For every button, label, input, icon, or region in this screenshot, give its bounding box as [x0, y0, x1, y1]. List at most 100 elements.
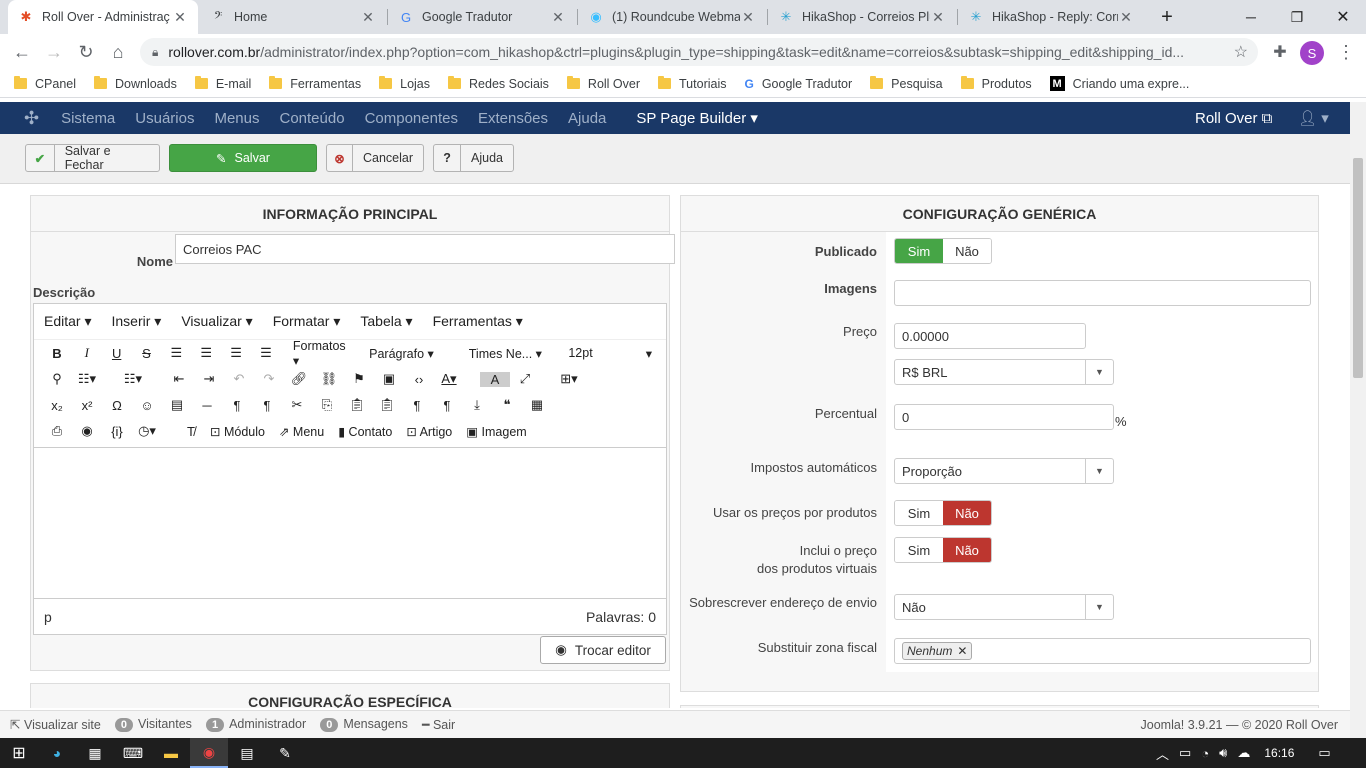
bookmark-ferramentas[interactable]: Ferramentas	[269, 76, 361, 91]
find-icon[interactable]: ⚲	[42, 371, 72, 387]
text-color-icon[interactable]: A▾	[434, 371, 464, 387]
remove-tag-icon[interactable]: ✕	[957, 644, 967, 658]
keyboard-icon[interactable]: ⌨	[114, 738, 152, 768]
paste-text-icon[interactable]: 📋︎	[372, 397, 402, 413]
outdent-icon[interactable]: ⇤	[164, 371, 194, 387]
menu-conteudo[interactable]: Conteúdo	[280, 110, 345, 127]
visual-blocks-icon[interactable]: ¶	[432, 398, 462, 413]
editor-menu-ferramentas[interactable]: Ferramentas ▾	[433, 313, 523, 330]
tab-roundcube[interactable]: ◉ (1) Roundcube Webmai ✕	[578, 0, 766, 34]
help-button[interactable]: ? Ajuda	[433, 144, 514, 172]
hr-icon[interactable]: ─	[192, 398, 222, 413]
tab-google-tradutor[interactable]: G Google Tradutor ✕	[388, 0, 576, 34]
url-bar[interactable]: 🔒︎ rollover.com.br/administrator/index.p…	[140, 38, 1258, 66]
close-tab-icon[interactable]: ✕	[550, 9, 566, 26]
cloud-icon[interactable]: ☁	[1237, 745, 1250, 761]
bookmark-criando[interactable]: M Criando uma expre...	[1049, 76, 1189, 91]
back-icon[interactable]: ←	[6, 36, 38, 68]
cut-icon[interactable]: ✂	[282, 397, 312, 413]
profile-avatar[interactable]: S	[1300, 41, 1324, 65]
layer-icon[interactable]: ▦	[522, 397, 552, 413]
rtl-icon[interactable]: ¶	[252, 398, 282, 413]
zone-multiselect[interactable]: Nenhum ✕	[894, 638, 1311, 664]
virtual-yes[interactable]: Sim	[895, 538, 943, 562]
italic-icon[interactable]: I	[72, 345, 102, 361]
use-prices-yes[interactable]: Sim	[895, 501, 943, 525]
font-dropdown[interactable]: Times Ne... ▾	[469, 346, 555, 361]
file-explorer-icon[interactable]: ▬	[152, 738, 190, 768]
percent-input[interactable]: 0	[894, 404, 1114, 430]
editor-body[interactable]	[34, 447, 666, 598]
wifi-icon[interactable]: ◔	[1201, 746, 1209, 761]
windows-start-icon[interactable]: ⊞	[0, 738, 38, 768]
copy-icon[interactable]: ⎘	[312, 397, 342, 413]
emoticon-icon[interactable]: ☺	[132, 398, 162, 413]
tab-hikashop-reply[interactable]: ✳ HikaShop - Reply: Corre ✕	[958, 0, 1144, 34]
print-icon[interactable]: ⎙	[42, 423, 72, 439]
paste-icon[interactable]: 📋︎	[342, 397, 372, 413]
tab-home[interactable]: 𝄢 Home ✕	[200, 0, 386, 34]
close-tab-icon[interactable]: ✕	[1118, 9, 1134, 26]
bookmark-downloads[interactable]: Downloads	[94, 76, 177, 91]
user-icon[interactable]: 👤︎ ▾	[1298, 109, 1329, 127]
underline-icon[interactable]: U	[102, 346, 132, 361]
align-justify-icon[interactable]: ☰	[251, 345, 281, 361]
menu-icon[interactable]: ⋮	[1330, 36, 1362, 68]
paint-icon[interactable]: ✎	[266, 738, 304, 768]
joomla-logo-icon[interactable]: ✣	[24, 108, 39, 129]
strikethrough-icon[interactable]: S	[132, 346, 162, 361]
variable-icon[interactable]: {i}	[102, 424, 132, 439]
visual-chars-icon[interactable]: ¶	[402, 398, 432, 413]
scrollbar-thumb[interactable]	[1353, 158, 1363, 378]
numbered-list-icon[interactable]: ☷▾	[118, 371, 148, 387]
toggle-editor-button[interactable]: ◉ Trocar editor	[540, 636, 666, 664]
battery-icon[interactable]: ▭	[1179, 745, 1191, 761]
view-site-link[interactable]: ⇱ Visualizar site	[10, 717, 101, 732]
bookmark-cpanel[interactable]: CPanel	[14, 76, 76, 91]
code-icon[interactable]: ‹›	[404, 372, 434, 387]
datetime-icon[interactable]: ◷▾	[132, 423, 162, 439]
save-close-button[interactable]: ✔ Salvar e Fechar	[25, 144, 160, 172]
close-tab-icon[interactable]: ✕	[930, 9, 946, 26]
messages-status[interactable]: 0 Mensagens	[320, 717, 408, 732]
special-char-icon[interactable]: Ω	[102, 398, 132, 413]
tab-hikashop-correios[interactable]: ✳ HikaShop - Correios Plu ✕	[768, 0, 956, 34]
table-icon[interactable]: ⊞▾	[554, 371, 584, 387]
name-input[interactable]: Correios PAC	[175, 234, 675, 264]
restore-button[interactable]: ❐	[1274, 0, 1320, 34]
subscript-icon[interactable]: x₂	[42, 398, 72, 413]
visitors-status[interactable]: 0 Visitantes	[114, 717, 192, 732]
editor-menu-editar[interactable]: Editar ▾	[44, 313, 92, 330]
template-icon[interactable]: ⤓	[462, 397, 492, 413]
indent-icon[interactable]: ⇥	[194, 371, 224, 387]
chrome-icon[interactable]: ◉	[190, 738, 228, 768]
reload-icon[interactable]: ↻	[70, 36, 102, 68]
insert-module-button[interactable]: ⊡ Módulo	[210, 424, 265, 439]
published-yes[interactable]: Sim	[895, 239, 943, 263]
edge-icon[interactable]: ◕	[38, 738, 76, 768]
blockquote-icon[interactable]: ❝	[492, 397, 522, 413]
insert-article-button[interactable]: ⊡ Artigo	[406, 424, 452, 439]
fullscreen-icon[interactable]: ⤢	[510, 371, 540, 387]
superscript-icon[interactable]: x²	[72, 398, 102, 413]
menu-componentes[interactable]: Componentes	[365, 110, 458, 127]
undo-icon[interactable]: ↶	[224, 371, 254, 387]
admin-status[interactable]: 1 Administrador	[205, 717, 306, 732]
use-prices-toggle[interactable]: Sim Não	[894, 500, 992, 526]
images-input[interactable]	[894, 280, 1311, 306]
bookmark-icon[interactable]: ⚑	[344, 371, 374, 387]
insert-image-button[interactable]: ▣ Imagem	[466, 424, 526, 439]
page-scrollbar[interactable]	[1350, 102, 1366, 738]
extensions-icon[interactable]: ✚	[1264, 36, 1296, 68]
menu-usuarios[interactable]: Usuários	[135, 110, 194, 127]
close-tab-icon[interactable]: ✕	[360, 9, 376, 26]
bold-icon[interactable]: B	[42, 346, 72, 361]
taxes-select[interactable]: Proporção ▼	[894, 458, 1114, 484]
bookmark-google-tradutor[interactable]: G Google Tradutor	[744, 77, 852, 91]
bookmark-tutoriais[interactable]: Tutoriais	[658, 76, 726, 91]
insert-contact-button[interactable]: ▮ Contato	[338, 424, 392, 439]
menu-extensoes[interactable]: Extensões	[478, 110, 548, 127]
font-size-dropdown[interactable]: 12pt ▾	[568, 346, 652, 361]
save-button[interactable]: ✎ Salvar	[169, 144, 317, 172]
virtual-no[interactable]: Não	[943, 538, 991, 562]
